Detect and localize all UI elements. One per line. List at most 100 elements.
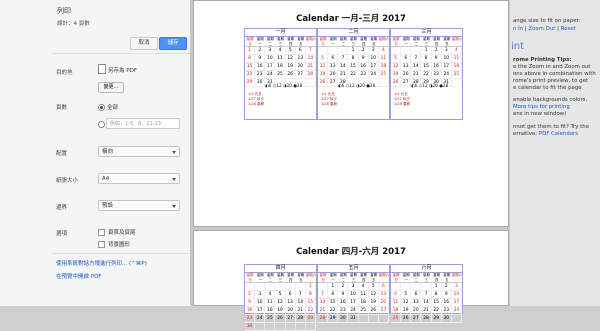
day-cell: 21 [421,307,432,315]
weekday-header: 星期三 [423,273,430,282]
day-cell: 10 [368,55,379,63]
tips-line-2: ons above in combination with [513,71,596,77]
day-cell: 1 [421,47,432,55]
day-cell: 9 [358,55,369,63]
day-cell [265,283,276,291]
day-cell: 9 [338,291,349,299]
headers-footers-checkbox[interactable] [98,229,105,236]
day-cell: 19 [318,71,329,79]
day-cell: 5 [285,47,296,55]
system-dialog-link[interactable]: 使用系統對話方塊進行列印... (⌃⌘P) [56,259,147,267]
day-cell [358,315,369,323]
weekday-headers: 星期日 星期一 星期二 星期三 星期四 星期五 星期六 [318,37,389,47]
weekday-header: 星期二 [412,273,420,282]
holiday-note: 1/28 春節 [321,102,337,106]
day-cell: 8 [328,291,339,299]
layout-select[interactable]: 橫向 [98,146,180,157]
day-cell: 25 [275,71,286,79]
divider [52,53,190,54]
month-calendar: 二月 星期日 星期一 星期二 星期三 星期四 星期五 星期六 1 2 3 4 5 6 7 8 9 10 11 12 13… [317,28,390,120]
fit-help-text: nnot get them to fit? Try the [513,124,590,130]
day-cell: 8 [421,55,432,63]
day-cell: 29 [305,315,316,323]
day-cell: 26 [368,307,379,315]
weekday-header: 星期二 [339,37,347,46]
layout-label: 配置 [56,151,68,157]
day-cell: 14 [338,63,349,71]
day-cell: 19 [391,71,402,79]
day-cell: 19 [401,307,412,315]
day-cell: 8 [431,291,442,299]
change-destination-button[interactable]: 變更... [98,82,124,93]
day-cell: 26 [391,79,402,87]
day-cell: 7 [305,47,316,55]
day-cell: 10 [441,55,452,63]
holiday-note: 1/28 春節 [248,102,264,106]
day-cell: 2 [431,47,442,55]
pages-all-radio[interactable] [98,104,105,111]
zoom-out-link[interactable]: Zoom Out [528,26,555,32]
weekday-header: 星期六 [451,37,463,41]
day-cell: 27 [378,307,389,315]
day-cell: 4 [358,283,369,291]
margins-select[interactable]: 預設 [98,200,180,211]
weekday-header: 星期日 [319,37,327,46]
day-cell [378,315,389,323]
day-cell: 18 [391,307,402,315]
alternative-text: ernative: PDF Calendars [513,131,579,137]
zoom-in-link[interactable]: n In [513,26,523,32]
day-cell [318,47,329,55]
weekday-header: 星期日 [392,273,400,282]
day-cell: 22 [421,71,432,79]
day-grid: 1 2 3 4 5 6 7 8 9 10 11 12 13 14 15 16 17 18 19 20 21 22 23 24 2… [391,283,462,323]
day-cell: 21 [318,307,329,315]
day-cell: 12 [368,291,379,299]
day-cell [328,47,339,55]
day-cell: 22 [348,71,359,79]
destination-value: 另存為 PDF [108,68,137,74]
weekday-headers: 星期日 星期一 星期二 星期三 星期四 星期五 星期六 [245,37,316,47]
weekday-header: 星期五 [370,273,378,282]
day-cell: 30 [441,315,452,323]
month-calendar: 六月 星期日 星期一 星期二 星期三 星期四 星期五 星期六 1 2 3 4 5 6 7 8 9 10 11 12 13… [390,264,463,323]
day-cell: 24 [265,71,276,79]
open-pdf-link[interactable]: 在預覽中開啟 PDF [56,272,101,280]
pages-range-radio[interactable] [98,121,105,128]
day-cell: 22 [431,307,442,315]
page-range-input[interactable]: 例如：1-5、8、11-13 [106,118,180,129]
month-name: 三月 [391,29,462,37]
background-graphics-label: 背景圖形 [108,242,131,248]
day-cell: 24 [368,71,379,79]
cancel-button[interactable]: 取消 [130,37,158,50]
day-cell: 13 [401,63,412,71]
day-cell: 24 [441,71,452,79]
paper-size-select[interactable]: A4 [98,173,180,184]
day-cell: 14 [411,63,422,71]
save-button[interactable]: 儲存 [159,37,187,50]
weekday-header: 星期四 [360,273,368,282]
holiday-notes: 1/1 元旦 1/27 除夕 1/28 春節 [394,92,410,107]
weekday-header: 星期六 [378,37,390,41]
day-cell: 25 [265,315,276,323]
day-cell: 23 [338,307,349,315]
day-cell: 2 [245,291,256,299]
day-cell: 15 [245,63,256,71]
background-graphics-checkbox[interactable] [98,241,105,248]
day-cell: 22 [328,307,339,315]
pdf-file-icon [98,64,106,74]
holiday-notes: 1/1 元旦 1/27 除夕 1/28 春節 [248,92,264,107]
pdf-calendars-link[interactable]: PDF Calendars [539,131,578,137]
day-cell: 28 [295,315,306,323]
weekday-header: 星期四 [360,37,368,46]
weekday-header: 星期日 [392,37,400,46]
day-cell: 10 [451,291,462,299]
day-cell: 24 [348,307,359,315]
reset-link[interactable]: Reset [561,26,576,32]
more-tips-link[interactable]: More tips for printing [513,104,570,111]
day-cell: 24 [451,307,462,315]
month-calendar: 一月 星期日 星期一 星期二 星期三 星期四 星期五 星期六 1 2 3 4 5 6 7 8 9 10 11 12 13… [244,28,317,120]
weekday-headers: 星期日 星期一 星期二 星期三 星期四 星期五 星期六 [245,273,316,283]
day-cell [285,323,296,331]
day-cell [305,323,316,331]
day-cell: 29 [431,315,442,323]
